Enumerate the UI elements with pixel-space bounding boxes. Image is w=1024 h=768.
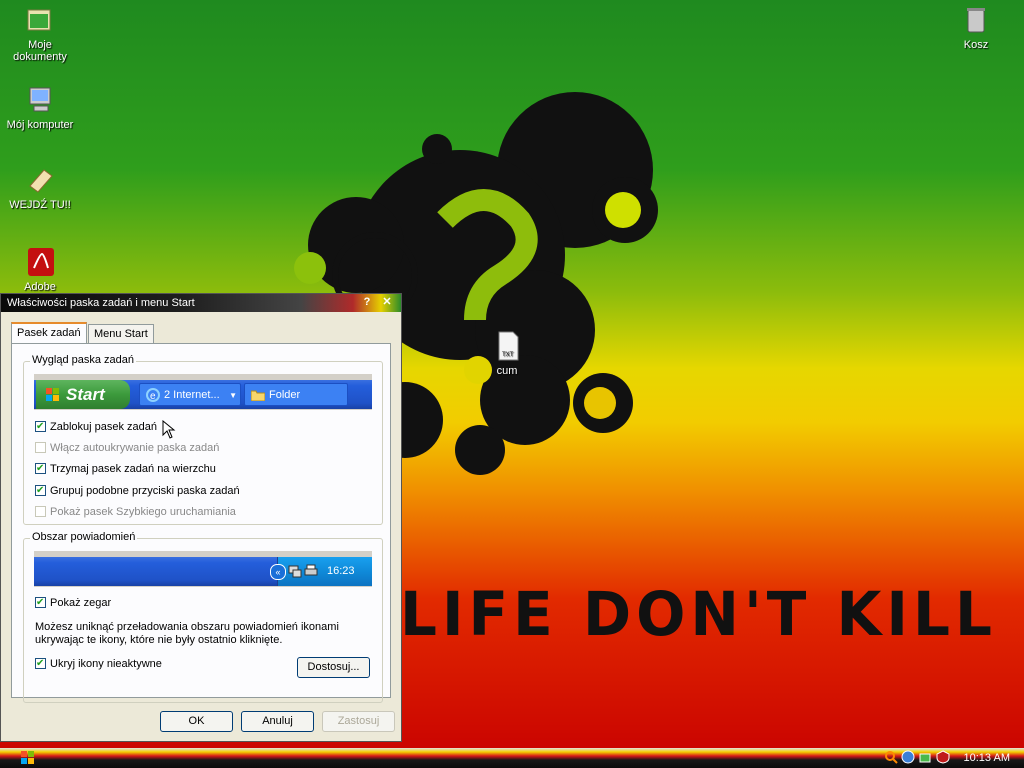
taskbar-preview-bar: Start e 2 Internet... ▼ Folder bbox=[34, 380, 372, 409]
checkbox-lock-taskbar[interactable] bbox=[35, 419, 46, 435]
checkbox-quick-launch[interactable] bbox=[35, 506, 46, 517]
desktop-icon-label: Kosz bbox=[963, 39, 989, 51]
folder-icon bbox=[251, 390, 265, 401]
help-button[interactable]: ? bbox=[359, 296, 375, 309]
tray-preview-bar: « 16:23 bbox=[34, 557, 372, 586]
notification-group-legend: Obszar powiadomień bbox=[30, 531, 138, 543]
desktop-icon-label: Adobe bbox=[24, 281, 56, 293]
dialog-title: Właściwości paska zadań i menu Start bbox=[7, 297, 195, 309]
windows-flag-icon bbox=[46, 388, 59, 401]
my-documents-icon bbox=[24, 4, 56, 36]
start-button[interactable] bbox=[20, 750, 36, 766]
chevron-left-icon: « bbox=[270, 564, 286, 580]
ok-button[interactable]: OK bbox=[160, 711, 233, 732]
preview-start-label: Start bbox=[66, 385, 105, 404]
apply-button[interactable]: Zastosuj bbox=[322, 711, 395, 732]
taskbar-preview: Start e 2 Internet... ▼ Folder bbox=[34, 374, 372, 410]
preview-task-button-folder: Folder bbox=[244, 383, 348, 406]
appearance-group-legend: Wygląd paska zadań bbox=[30, 354, 137, 366]
search-icon[interactable] bbox=[884, 750, 898, 764]
taskbar: 10:13 AM bbox=[0, 748, 1024, 768]
dialog-titlebar[interactable]: Właściwości paska zadań i menu Start ? ✕ bbox=[1, 294, 401, 312]
notification-description: Możesz uniknąć przeładowania obszaru pow… bbox=[35, 621, 339, 646]
security-shield-icon[interactable] bbox=[936, 750, 950, 764]
desktop-icon-label: cum bbox=[496, 365, 518, 377]
preview-task-label: 2 Internet... bbox=[164, 389, 220, 401]
tray-preview: « 16:23 bbox=[34, 551, 372, 587]
preview-start-button: Start bbox=[36, 380, 130, 409]
taskbar-clock[interactable]: 10:13 AM bbox=[964, 748, 1010, 768]
network-status-icon[interactable] bbox=[901, 750, 915, 764]
option-label: Grupuj podobne przyciski paska zadań bbox=[50, 485, 240, 497]
svg-text:e: e bbox=[150, 391, 156, 402]
tray-preview-area: « 16:23 bbox=[270, 557, 372, 586]
adobe-reader-icon bbox=[24, 246, 56, 278]
option-label: Pokaż pasek Szybkiego uruchamiania bbox=[50, 506, 236, 518]
option-label: Włącz autoukrywanie paska zadań bbox=[50, 442, 220, 454]
desktop-icon-my-documents[interactable]: Moje dokumenty bbox=[0, 4, 80, 63]
desktop-icon-label: Mój komputer bbox=[6, 119, 74, 131]
option-label: Zablokuj pasek zadań bbox=[50, 421, 158, 433]
customize-button[interactable]: Dostosuj... bbox=[297, 657, 370, 678]
taskbar-properties-dialog: Właściwości paska zadań i menu Start ? ✕… bbox=[0, 293, 402, 742]
desktop-icon-label: WEJDŹ TU!! bbox=[9, 199, 71, 211]
close-button[interactable]: ✕ bbox=[379, 296, 395, 309]
desktop-icon-cum[interactable]: TXT cum bbox=[467, 330, 547, 377]
cancel-button[interactable]: Anuluj bbox=[241, 711, 314, 732]
option-label: Trzymaj pasek zadań na wierzchu bbox=[50, 463, 216, 475]
text-file-icon: TXT bbox=[491, 330, 523, 362]
desktop-icon-my-computer[interactable]: Mój komputer bbox=[0, 84, 80, 131]
chevron-down-icon: ▼ bbox=[229, 391, 237, 400]
scroll-icon bbox=[24, 164, 56, 196]
recycle-bin-icon bbox=[960, 4, 992, 36]
desktop-icon-recycle-bin[interactable]: Kosz bbox=[936, 4, 1016, 51]
preview-task-label: Folder bbox=[269, 389, 301, 401]
option-label: Ukryj ikony nieaktywne bbox=[50, 658, 162, 670]
wallpaper-slogan: LIFE DON'T KILL bbox=[400, 578, 997, 650]
checkbox-show-clock[interactable] bbox=[35, 595, 46, 611]
preview-task-button-internet: e 2 Internet... ▼ bbox=[139, 383, 241, 406]
checkbox-keep-on-top[interactable] bbox=[35, 461, 46, 477]
internet-explorer-icon: e bbox=[146, 388, 160, 402]
desktop-icon-wejdz-tu[interactable]: WEJDŹ TU!! bbox=[0, 164, 80, 211]
checkbox-group-buttons[interactable] bbox=[35, 483, 46, 499]
svg-text:TXT: TXT bbox=[502, 352, 514, 358]
option-label: Pokaż zegar bbox=[50, 597, 112, 609]
checkbox-hide-inactive[interactable] bbox=[35, 656, 46, 672]
tray-preview-time: 16:23 bbox=[327, 565, 355, 577]
printer-icon bbox=[304, 564, 318, 576]
tab-start-menu[interactable]: Menu Start bbox=[88, 324, 154, 343]
desktop-icon-label: Moje dokumenty bbox=[13, 39, 67, 63]
mouse-cursor-icon bbox=[162, 420, 176, 439]
network-icon bbox=[288, 565, 302, 578]
desktop-icon-adobe[interactable]: Adobe bbox=[0, 246, 80, 293]
checkbox-autohide[interactable] bbox=[35, 442, 46, 453]
volume-icon[interactable] bbox=[918, 750, 932, 764]
my-computer-icon bbox=[24, 84, 56, 116]
tab-taskbar[interactable]: Pasek zadań bbox=[11, 322, 87, 343]
